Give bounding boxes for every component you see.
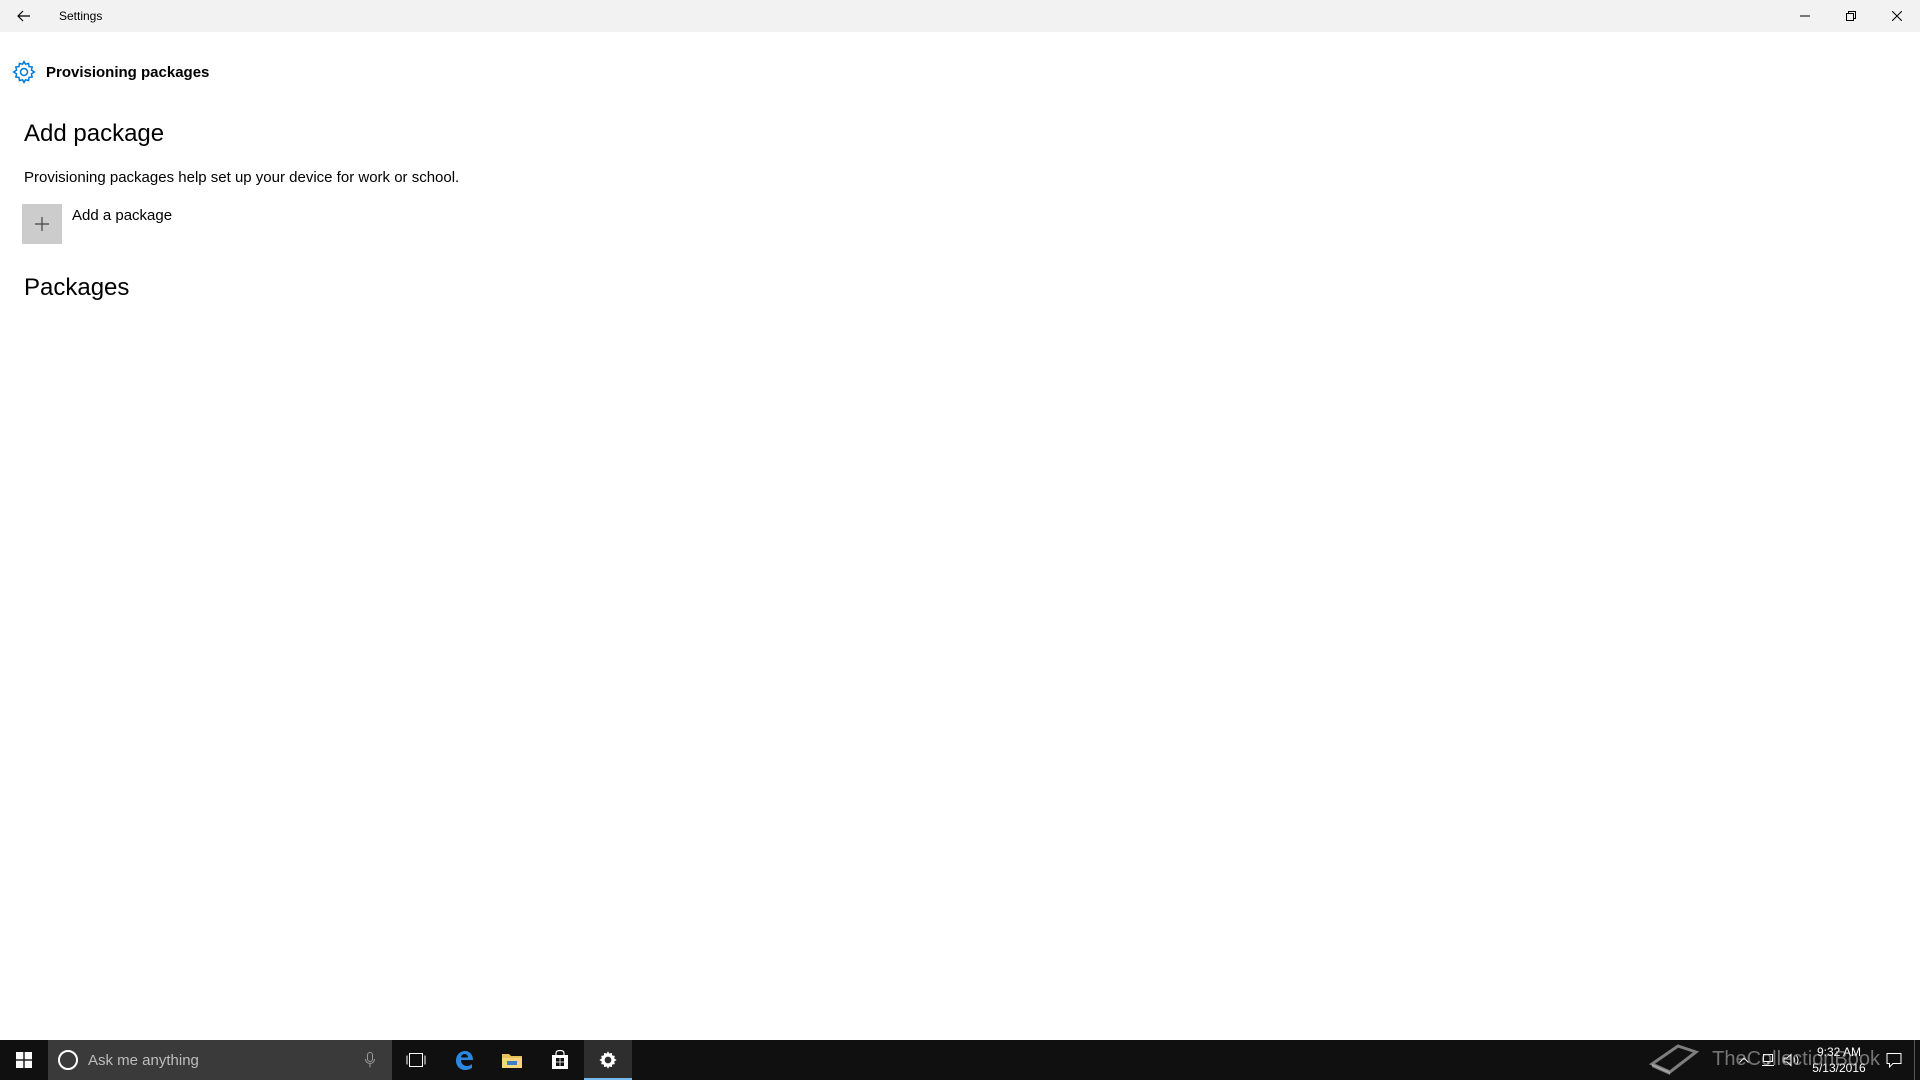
- action-center-button[interactable]: [1874, 1040, 1914, 1080]
- back-arrow-icon: [17, 10, 30, 22]
- back-button[interactable]: [0, 0, 48, 32]
- clock-time: 9:32 AM: [1816, 1045, 1862, 1059]
- folder-icon: [502, 1054, 522, 1068]
- restore-icon: [1846, 11, 1856, 21]
- taskbar: Ask me anything TheCollectionBook 9:32 A…: [0, 1040, 1920, 1080]
- add-package-heading: Add package: [24, 120, 165, 147]
- windows-logo-icon: [16, 1052, 32, 1068]
- packages-heading: Packages: [24, 274, 130, 301]
- settings-app-button[interactable]: [584, 1040, 632, 1080]
- search-box[interactable]: Ask me anything: [48, 1040, 392, 1080]
- chevron-up-icon: [1739, 1057, 1749, 1063]
- restore-button[interactable]: [1828, 0, 1874, 32]
- edge-icon: [456, 1051, 473, 1070]
- add-package-label: Add a package: [72, 207, 173, 224]
- task-view-button[interactable]: [392, 1040, 440, 1080]
- show-hidden-icons-button[interactable]: [1732, 1040, 1756, 1080]
- minimize-icon: [1800, 15, 1810, 17]
- close-button[interactable]: [1874, 0, 1920, 32]
- title-bar: Settings: [0, 0, 1920, 32]
- clock[interactable]: 9:32 AM 5/13/2016: [1804, 1044, 1874, 1076]
- start-button[interactable]: [0, 1040, 48, 1080]
- store-icon: [552, 1050, 568, 1069]
- clock-date: 5/13/2016: [1812, 1061, 1866, 1075]
- window-controls: [1782, 0, 1920, 32]
- search-placeholder: Ask me anything: [88, 1051, 199, 1069]
- page-title: Provisioning packages: [46, 63, 210, 81]
- notification-icon: [1886, 1053, 1902, 1068]
- system-tray: TheCollectionBook 9:32 AM 5/13/2016: [1649, 1040, 1920, 1080]
- add-package-button[interactable]: Add a package: [22, 204, 172, 244]
- close-icon: [1892, 11, 1902, 21]
- plus-icon: [35, 217, 49, 231]
- microphone-icon[interactable]: [360, 1050, 380, 1070]
- settings-gear-icon: [599, 1051, 617, 1069]
- network-button[interactable]: [1756, 1040, 1780, 1080]
- network-icon: [1762, 1054, 1774, 1066]
- task-view-icon: [406, 1053, 426, 1067]
- show-desktop-button[interactable]: [1914, 1040, 1920, 1080]
- file-explorer-button[interactable]: [488, 1040, 536, 1080]
- page-header: Provisioning packages: [12, 60, 209, 84]
- store-button[interactable]: [536, 1040, 584, 1080]
- volume-button[interactable]: [1780, 1040, 1804, 1080]
- add-package-description: Provisioning packages help set up your d…: [24, 169, 460, 186]
- gear-icon: [12, 60, 36, 84]
- window-title: Settings: [59, 9, 103, 23]
- speaker-icon: [1783, 1053, 1799, 1067]
- minimize-button[interactable]: [1782, 0, 1828, 32]
- book-icon: [1649, 1044, 1700, 1075]
- edge-browser-button[interactable]: [440, 1040, 488, 1080]
- cortana-icon: [58, 1050, 78, 1070]
- add-tile: [22, 204, 62, 244]
